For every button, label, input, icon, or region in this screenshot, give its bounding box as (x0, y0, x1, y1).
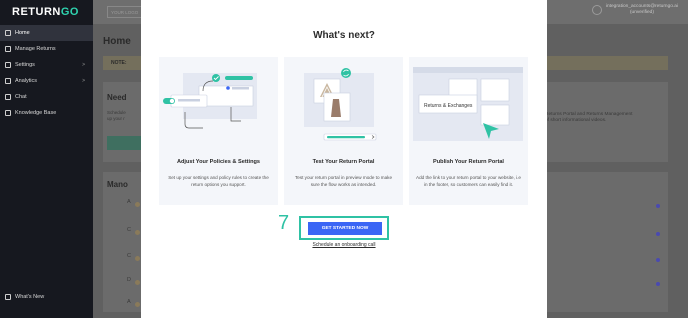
account-status: (unverified) (629, 10, 654, 15)
status-dot-icon (656, 258, 660, 262)
sidebar-item-analytics[interactable]: Analytics > (0, 73, 93, 89)
sidebar-item-label: Home (15, 30, 30, 36)
annotation-step-number: 7 (278, 212, 290, 234)
app-logo[interactable]: RETURNGO (12, 6, 79, 18)
card-text: Schedule up your r (107, 110, 126, 122)
user-avatar-icon (591, 5, 602, 15)
sidebar-item-settings[interactable]: Settings > (0, 57, 93, 73)
manage-card-title: Mano (107, 180, 128, 189)
step-card-publish: Returns & Exchanges Publish Your Return … (409, 57, 528, 205)
card-right-text: Returns Portal and Returns Management of… (545, 112, 632, 124)
status-dot-icon (656, 282, 660, 286)
row-icon (135, 280, 140, 285)
card-text-line: up your r (107, 116, 125, 121)
whats-new-link[interactable]: What's New (5, 294, 44, 300)
row-icon (135, 256, 140, 261)
step-card-policies: Adjust Your Policies & Settings Set up y… (159, 57, 278, 205)
row-letter: A (127, 299, 131, 305)
sidebar-item-label: Analytics (15, 78, 38, 84)
row-letter: C (127, 253, 131, 259)
sidebar: RETURNGO Home Manage Returns Settings > … (0, 0, 93, 318)
row-icon (135, 202, 140, 207)
sidebar-item-chat[interactable]: Chat (0, 89, 93, 105)
analytics-icon (5, 78, 11, 84)
account-info: integration_accounts@returngo.ai (unveri… (606, 4, 678, 16)
chat-icon (5, 94, 11, 100)
status-dot-icon (656, 232, 660, 236)
card-title: Need (107, 93, 127, 102)
publish-website-illustration: Returns & Exchanges (413, 67, 523, 141)
sidebar-item-label: Settings (15, 62, 35, 68)
sidebar-item-home[interactable]: Home (0, 25, 93, 41)
row-letter: A (127, 199, 131, 205)
megaphone-icon (5, 294, 11, 300)
sidebar-nav: Home Manage Returns Settings > Analytics… (0, 25, 93, 121)
step-description: Set up your settings and policy rules to… (168, 175, 269, 187)
row-letter: D (127, 277, 131, 283)
returns-icon (5, 46, 11, 52)
settings-illustration (163, 73, 257, 129)
page-title: Home (103, 36, 131, 47)
logo-text-accent: GO (60, 6, 79, 18)
row-letter: C (127, 227, 131, 233)
illustration-label: Returns & Exchanges (424, 103, 473, 109)
gear-icon (5, 62, 11, 68)
whats-next-modal: What's next? Adjust Your Policies & Sett… (141, 0, 547, 318)
book-icon (5, 110, 11, 116)
schedule-onboarding-link[interactable]: Schedule an onboarding call (141, 242, 547, 248)
logo-text-main: RETURN (12, 6, 61, 18)
step-description: Test your return portal in preview mode … (294, 175, 393, 187)
sidebar-item-manage-returns[interactable]: Manage Returns (0, 41, 93, 57)
sidebar-item-label: Manage Returns (15, 46, 56, 52)
row-icon (135, 302, 140, 307)
home-icon (5, 30, 11, 36)
sidebar-item-label: Chat (15, 94, 27, 100)
step-title: Publish Your Return Portal (433, 159, 504, 165)
status-dot-icon (656, 204, 660, 208)
step-card-test-portal: Test Your Return Portal Test your return… (284, 57, 403, 205)
sidebar-item-label: Knowledge Base (15, 110, 57, 116)
card-action-button[interactable] (107, 136, 141, 150)
step-title: Adjust Your Policies & Settings (176, 159, 261, 165)
account-menu[interactable]: integration_accounts@returngo.ai (unveri… (591, 4, 678, 16)
portal-preview-illustration (304, 68, 377, 141)
row-icon (135, 230, 140, 235)
chevron-right-icon: > (82, 62, 85, 68)
card-text-line: of short informational videos. (545, 118, 607, 123)
sidebar-item-knowledge-base[interactable]: Knowledge Base (0, 105, 93, 121)
whats-new-label: What's New (15, 294, 45, 300)
chevron-right-icon: > (82, 78, 85, 84)
step-title: Test Your Return Portal (312, 159, 375, 165)
get-started-button[interactable]: GET STARTED NOW (308, 222, 382, 235)
modal-title: What's next? (313, 30, 375, 41)
step-description: Add the link to your return portal to yo… (416, 175, 521, 187)
note-label: NOTE: (111, 60, 127, 66)
